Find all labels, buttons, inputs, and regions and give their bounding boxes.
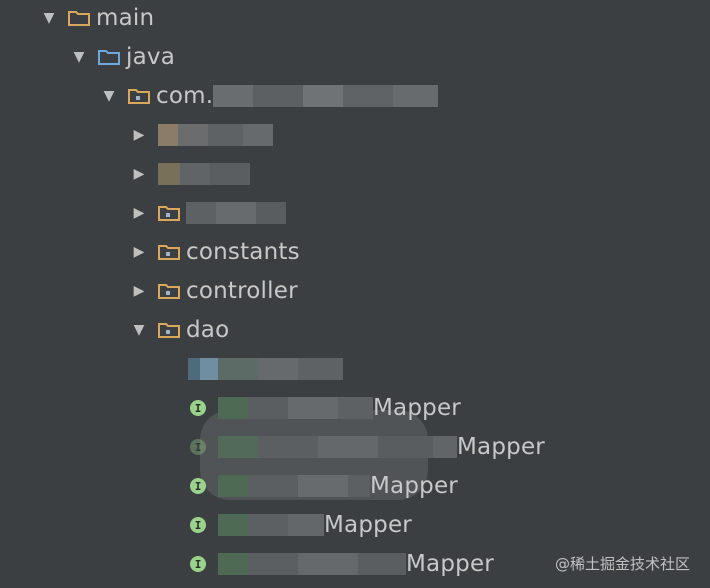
chevron-down-icon[interactable]: ▼ [98, 85, 120, 107]
tree-node-label: controller [186, 278, 298, 304]
source-folder-icon [98, 50, 120, 65]
watermark: @稀土掘金技术社区 [554, 555, 690, 573]
tree-node-controller[interactable]: ▶ controller [128, 275, 298, 307]
project-tree: ▼ main ▼ java ▼ com. ▶ ▶ ▶ ▶ constants ▶… [0, 0, 710, 588]
package-icon [158, 245, 180, 260]
package-icon [158, 284, 180, 299]
tree-node-mapper[interactable]: I Mapper [190, 548, 494, 580]
chevron-right-icon[interactable]: ▶ [128, 202, 150, 224]
interface-icon: I [190, 439, 206, 455]
tree-node-label: main [96, 5, 155, 31]
chevron-right-icon[interactable]: ▶ [128, 241, 150, 263]
tree-node-mapper[interactable]: I Mapper [190, 431, 545, 463]
tree-node-dao-child[interactable] [188, 353, 343, 385]
tree-node-folder[interactable]: ▶ [128, 158, 250, 190]
redacted-text [213, 85, 439, 107]
tree-node-label: dao [186, 317, 230, 343]
tree-node-dao[interactable]: ▼ dao [128, 314, 230, 346]
tree-node-constants[interactable]: ▶ constants [128, 236, 300, 268]
package-icon [128, 89, 150, 104]
chevron-down-icon[interactable]: ▼ [68, 46, 90, 68]
tree-node-label: Mapper [324, 512, 412, 538]
tree-node-label: java [126, 44, 175, 70]
folder-icon [68, 11, 90, 26]
interface-icon: I [190, 556, 206, 572]
tree-node-java[interactable]: ▼ java [68, 41, 175, 73]
package-icon [158, 323, 180, 338]
tree-node-label: com. [156, 83, 214, 109]
redacted-text [218, 553, 406, 575]
chevron-down-icon[interactable]: ▼ [128, 319, 150, 341]
tree-node-label: Mapper [457, 434, 545, 460]
tree-node-mapper[interactable]: I Mapper [190, 470, 458, 502]
tree-node-label: Mapper [406, 551, 494, 577]
chevron-right-icon[interactable]: ▶ [128, 124, 150, 146]
package-icon [158, 206, 180, 221]
redacted-text [158, 124, 273, 146]
redacted-text [218, 436, 457, 458]
redacted-text [186, 202, 286, 224]
chevron-right-icon[interactable]: ▶ [128, 280, 150, 302]
tree-node-mapper[interactable]: I Mapper [190, 509, 412, 541]
interface-icon: I [190, 517, 206, 533]
tree-node-label: Mapper [370, 473, 458, 499]
tree-node-mapper[interactable]: I Mapper [190, 392, 461, 424]
tree-node-package[interactable]: ▼ com. [98, 80, 439, 112]
tree-node-folder[interactable]: ▶ [128, 119, 273, 151]
tree-node-label: constants [186, 239, 300, 265]
redacted-text [158, 163, 250, 185]
tree-node-main[interactable]: ▼ main [38, 2, 154, 34]
chevron-right-icon[interactable]: ▶ [128, 163, 150, 185]
interface-icon: I [190, 478, 206, 494]
tree-node-folder[interactable]: ▶ [128, 197, 286, 229]
tree-node-label: Mapper [373, 395, 461, 421]
redacted-text [188, 358, 343, 380]
chevron-down-icon[interactable]: ▼ [38, 7, 60, 29]
interface-icon: I [190, 400, 206, 416]
redacted-text [218, 397, 373, 419]
redacted-text [218, 475, 370, 497]
redacted-text [218, 514, 324, 536]
